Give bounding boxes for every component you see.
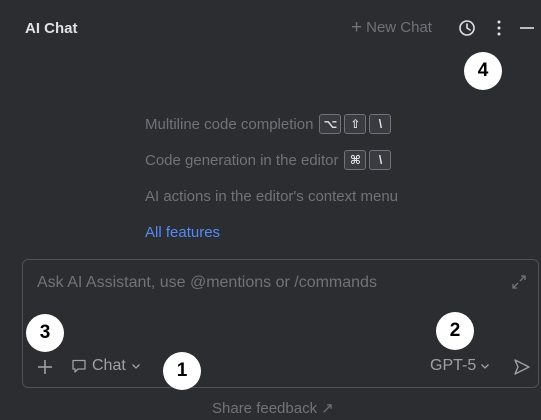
shift-key: ⇧ — [344, 114, 367, 134]
expand-icon[interactable] — [511, 274, 527, 290]
feature-list: Multiline code completion ⌥ ⇧ \ Code gen… — [145, 112, 398, 256]
feature-code-generation: Code generation in the editor ⌘ \ — [145, 148, 398, 172]
share-feedback-link[interactable]: Share feedback ↗ — [212, 399, 334, 418]
feature-multiline-completion: Multiline code completion ⌥ ⇧ \ — [145, 112, 398, 136]
feature-label: AI actions in the editor's context menu — [145, 187, 399, 205]
command-key: ⌘ — [344, 150, 367, 170]
all-features-link[interactable]: All features — [145, 224, 220, 241]
callout-badge-1: 1 — [163, 352, 201, 390]
callout-badge-3: 3 — [26, 314, 64, 352]
chat-mode-label: Chat — [92, 357, 126, 374]
add-context-icon[interactable] — [36, 358, 54, 376]
share-feedback-label: Share feedback — [212, 399, 318, 417]
chat-bubble-icon — [72, 359, 86, 373]
chat-header: AI Chat + New Chat — [0, 0, 541, 58]
history-icon[interactable] — [458, 19, 476, 37]
plus-icon: + — [351, 17, 363, 38]
feature-label: Code generation in the editor — [145, 151, 339, 169]
model-label: GPT-5 — [430, 357, 477, 374]
callout-badge-4: 4 — [464, 52, 502, 90]
model-selector[interactable]: GPT-5 — [430, 357, 490, 375]
chat-mode-selector[interactable]: Chat — [71, 357, 141, 375]
backslash-key: \ — [369, 150, 392, 170]
feature-label: Multiline code completion — [145, 115, 314, 133]
new-chat-label: New Chat — [366, 19, 432, 36]
feature-link-row: All features — [145, 220, 398, 244]
option-key: ⌥ — [319, 114, 342, 134]
external-link-icon: ↗ — [321, 400, 334, 417]
input-toolbar: Chat GPT-5 — [23, 356, 538, 380]
chevron-down-icon — [131, 364, 140, 369]
chat-input-placeholder[interactable]: Ask AI Assistant, use @mentions or /comm… — [37, 274, 377, 292]
more-vertical-icon[interactable] — [490, 19, 508, 37]
feature-ai-actions: AI actions in the editor's context menu — [145, 184, 398, 208]
minimize-icon[interactable] — [518, 19, 536, 37]
shortcut-keys: ⌘ \ — [344, 150, 392, 170]
send-icon[interactable] — [513, 358, 531, 376]
new-chat-button[interactable]: + New Chat — [351, 17, 432, 38]
callout-badge-2: 2 — [436, 312, 474, 350]
shortcut-keys: ⌥ ⇧ \ — [319, 114, 392, 134]
backslash-key: \ — [369, 114, 392, 134]
panel-title: AI Chat — [25, 20, 78, 37]
chevron-down-icon — [481, 364, 490, 369]
